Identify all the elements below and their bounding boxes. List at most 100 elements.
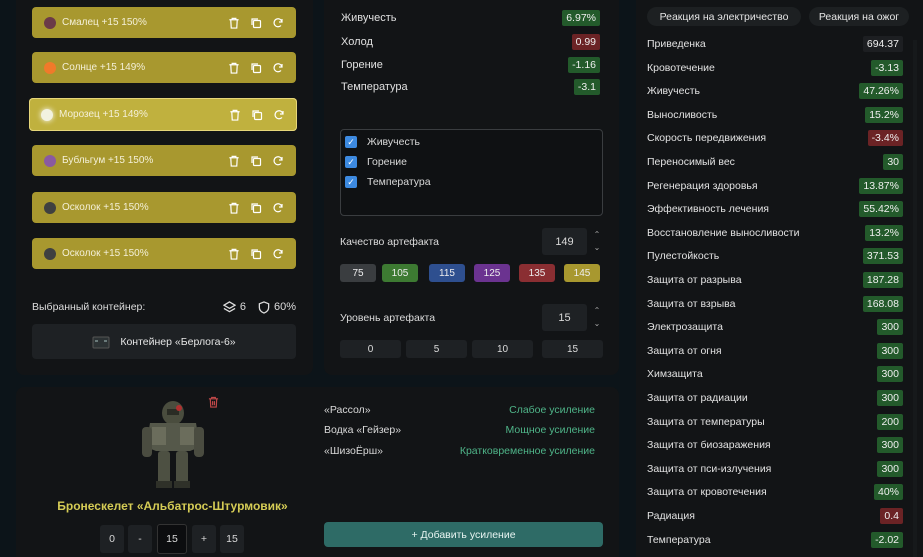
refresh-icon[interactable] (271, 61, 284, 74)
copy-icon[interactable] (249, 16, 262, 29)
artifact-row[interactable]: Осколок +15 150% (32, 192, 296, 223)
stat-label: Температура (341, 81, 408, 93)
armor-level-decrease[interactable]: - (128, 525, 152, 553)
quality-preset-button[interactable]: 115 (429, 264, 465, 282)
armor-level-max[interactable]: 15 (220, 525, 244, 553)
total-stat-row: Скорость передвижения -3.4% (647, 129, 903, 147)
stat-label: Переносимый вес (647, 156, 735, 168)
frost-icon (41, 108, 53, 121)
tab-electricity-reaction[interactable]: Реакция на электричество (647, 7, 801, 26)
quality-preset-button[interactable]: 105 (382, 264, 418, 282)
trash-icon[interactable] (227, 247, 240, 260)
armor-level-input[interactable]: 15 (157, 524, 187, 554)
refresh-icon[interactable] (271, 201, 284, 214)
artifact-row[interactable]: Солнце +15 149% (32, 52, 296, 83)
boost-row: «Рассол» Слабое усиление (324, 402, 595, 418)
quality-down-icon[interactable]: ⌄ (592, 243, 602, 253)
filter-label: Живучесть (367, 136, 420, 148)
artifact-row[interactable]: Осколок +15 150% (32, 238, 296, 269)
trash-icon[interactable] (227, 201, 240, 214)
stat-label: Скорость передвижения (647, 132, 767, 145)
stat-label: Пулестойкость (647, 250, 720, 263)
quality-preset-button[interactable]: 145 (564, 264, 600, 282)
level-preset-button[interactable]: 15 (542, 340, 603, 358)
total-stat-row: Выносливость 15.2% (647, 106, 903, 124)
trash-icon[interactable] (227, 154, 240, 167)
trash-icon[interactable] (227, 61, 240, 74)
stat-label: Кровотечение (647, 61, 715, 74)
quality-preset-button[interactable]: 135 (519, 264, 555, 282)
artifact-label: Морозец +15 149% (59, 109, 148, 120)
refresh-icon[interactable] (271, 247, 284, 260)
copy-icon[interactable] (249, 247, 262, 260)
level-label: Уровень артефакта (340, 312, 436, 324)
copy-icon[interactable] (249, 201, 262, 214)
level-preset-button[interactable]: 10 (472, 340, 533, 358)
artifact-actions (227, 7, 284, 38)
level-input[interactable]: 15 (542, 304, 587, 331)
stat-filter-checkbox[interactable]: ✓ Горение (345, 154, 407, 170)
artifact-actions (227, 52, 284, 83)
total-stat-row: Восстановление выносливости 13.2% (647, 224, 903, 242)
stat-filter-checkbox[interactable]: ✓ Температура (345, 174, 431, 190)
refresh-icon[interactable] (271, 16, 284, 29)
total-stat-row: Электрозащита 300 (647, 318, 903, 336)
stats-scrollbar[interactable] (913, 40, 917, 557)
armor-name: Бронескелет «Альбатрос-Штурмовик» (57, 499, 288, 513)
artifact-label: Осколок +15 150% (62, 202, 149, 213)
container-button[interactable]: Контейнер «Берлога-6» (32, 324, 296, 359)
refresh-icon[interactable] (271, 154, 284, 167)
stat-label: Защита от кровотечения (647, 486, 767, 499)
tab-burn-reaction[interactable]: Реакция на ожог (809, 7, 909, 26)
add-boost-button[interactable]: + Добавить усиление (324, 522, 603, 547)
stat-label: Защита от биозаражения (647, 439, 771, 452)
stat-label: Температура (647, 533, 711, 546)
stat-value: 13.2% (865, 224, 903, 241)
checkmark-icon[interactable]: ✓ (345, 136, 357, 148)
artifact-actions (227, 145, 284, 176)
artifact-label: Бубльгум +15 150% (62, 155, 154, 166)
copy-icon[interactable] (249, 61, 262, 74)
total-stat-row: Температура -2.02 (647, 531, 903, 549)
level-preset-button[interactable]: 0 (340, 340, 401, 358)
stat-label: Горение (341, 59, 383, 71)
armor-image (142, 401, 204, 488)
refresh-icon[interactable] (272, 108, 285, 121)
checkmark-icon[interactable]: ✓ (345, 176, 357, 188)
stat-value: -3.4% (867, 130, 903, 147)
container-button-label: Контейнер «Берлога-6» (120, 335, 236, 348)
bubblegum-icon (44, 154, 56, 167)
checkmark-icon[interactable]: ✓ (345, 156, 357, 168)
level-down-icon[interactable]: ⌄ (592, 319, 602, 329)
artifact-row[interactable]: Морозец +15 149% (29, 98, 297, 131)
quality-input[interactable]: 149 (542, 228, 587, 255)
boost-name: Водка «Гейзер» (324, 424, 402, 436)
copy-icon[interactable] (250, 108, 263, 121)
stat-value: -3.13 (871, 59, 903, 76)
armor-level-increase[interactable]: + (192, 525, 216, 553)
stat-value: 0.4 (880, 508, 903, 524)
artifact-actions (227, 192, 284, 223)
stat-label: Эффективность лечения (647, 203, 769, 216)
container-slots: 6 (222, 300, 246, 314)
copy-icon[interactable] (249, 154, 262, 167)
level-up-icon[interactable]: ⌃ (592, 306, 602, 316)
trash-icon[interactable] (227, 16, 240, 29)
quality-up-icon[interactable]: ⌃ (592, 230, 602, 240)
stat-value: 40% (873, 484, 903, 501)
stat-filter-checkbox[interactable]: ✓ Живучесть (345, 134, 420, 150)
armor-level-min[interactable]: 0 (100, 525, 124, 553)
trash-icon[interactable] (228, 108, 241, 121)
artifact-row[interactable]: Смалец +15 150% (32, 7, 296, 38)
quality-preset-button[interactable]: 125 (474, 264, 510, 282)
level-preset-button[interactable]: 5 (406, 340, 467, 358)
quality-preset-button[interactable]: 75 (340, 264, 376, 282)
stat-value: 300 (877, 342, 903, 359)
artifact-row[interactable]: Бубльгум +15 150% (32, 145, 296, 176)
boost-name: «ШизоЁрш» (324, 445, 383, 457)
stat-label: Защита от разрыва (647, 274, 742, 286)
stat-value: 300 (877, 390, 903, 406)
total-stat-row: Приведенка 694.37 (647, 35, 903, 53)
remove-armor-button[interactable] (208, 396, 219, 411)
stat-label: Химзащита (647, 368, 703, 381)
